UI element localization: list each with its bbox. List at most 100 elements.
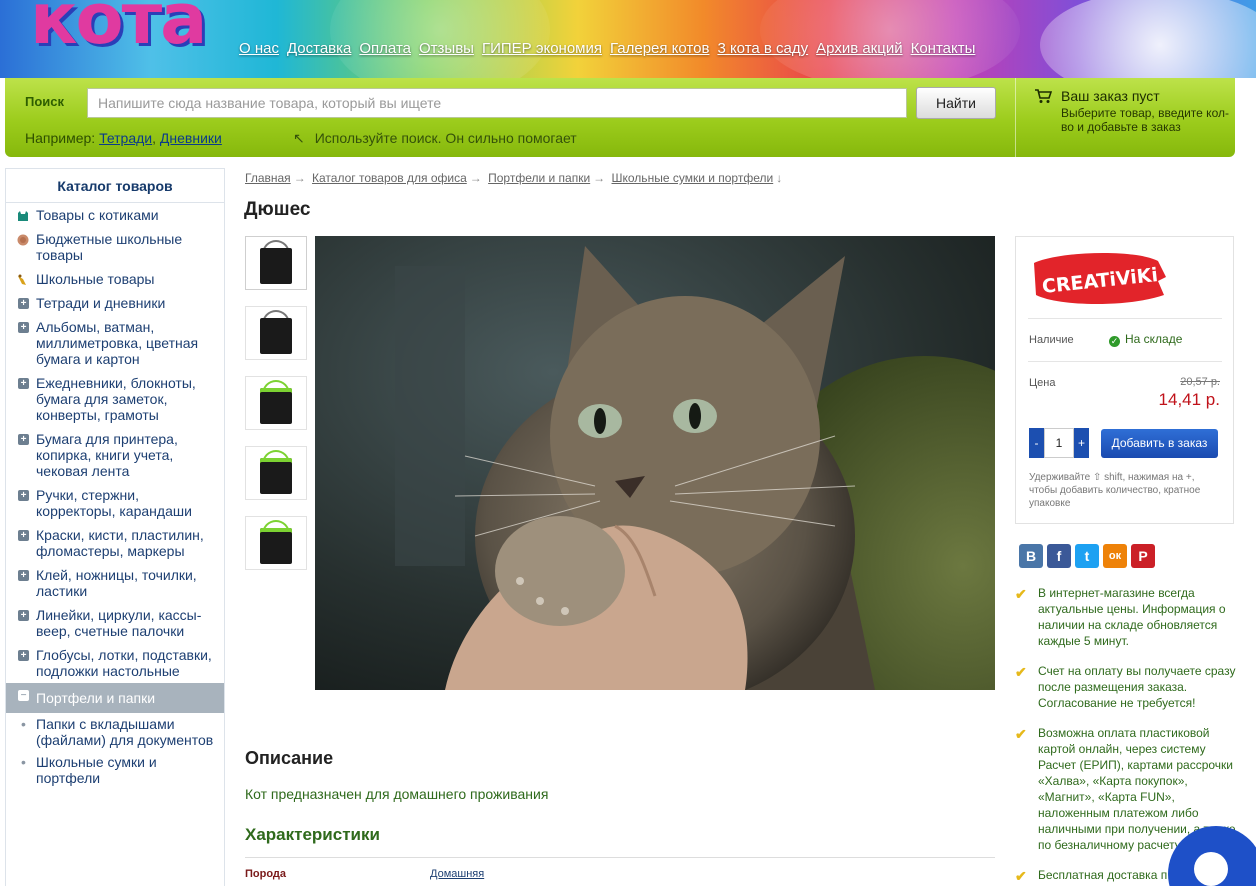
- example-link-diaries[interactable]: Дневники: [160, 130, 222, 146]
- breadcrumb-dropdown-icon[interactable]: ↓: [776, 171, 782, 185]
- sidebar-item-school-goods[interactable]: Школьные товары: [6, 267, 224, 291]
- collapse-icon[interactable]: −: [18, 690, 29, 701]
- example-link-notebooks[interactable]: Тетради: [99, 130, 152, 146]
- sidebar-subitem-school-bags[interactable]: Школьные сумки и портфели: [6, 751, 224, 789]
- product-main-image[interactable]: [315, 236, 995, 690]
- quantity-decrease-button[interactable]: -: [1029, 428, 1044, 458]
- breadcrumb-link-school-bags[interactable]: Школьные сумки и портфели: [612, 171, 774, 185]
- sidebar-item-label: Альбомы, ватман, миллиметровка, цветная …: [36, 319, 199, 367]
- expand-icon[interactable]: +: [18, 650, 29, 661]
- sidebar-item-globes[interactable]: + Глобусы, лотки, подставки, подложки на…: [6, 643, 224, 683]
- cart-icon: [1034, 88, 1053, 109]
- sidebar-item-pens[interactable]: + Ручки, стержни, корректоры, карандаши: [6, 483, 224, 523]
- breadcrumb-link-home[interactable]: Главная: [245, 171, 291, 185]
- sidebar-item-planners[interactable]: + Ежедневники, блокноты, бумага для заме…: [6, 371, 224, 427]
- bag-image: [256, 310, 296, 356]
- sidebar-item-label: Краски, кисти, пластилин, фломастеры, ма…: [36, 527, 204, 559]
- sidebar-item-label: Бюджетные школьные товары: [36, 231, 183, 263]
- sidebar-item-label: Тетради и дневники: [36, 295, 166, 311]
- breadcrumb-link-briefcases[interactable]: Портфели и папки: [488, 171, 590, 185]
- sidebar-item-cat-goods[interactable]: Товары с котиками: [6, 203, 224, 227]
- add-to-order-button[interactable]: Добавить в заказ: [1101, 429, 1218, 458]
- nav-link-about[interactable]: О нас: [239, 40, 279, 57]
- bag-image: [256, 450, 296, 496]
- odnoklassniki-icon[interactable]: ок: [1103, 544, 1127, 568]
- search-examples: Например: Тетради, Дневники: [25, 130, 222, 146]
- nav-link-payment[interactable]: Оплата: [359, 40, 411, 57]
- expand-icon[interactable]: +: [18, 322, 29, 333]
- sidebar-item-albums[interactable]: + Альбомы, ватман, миллиметровка, цветна…: [6, 315, 224, 371]
- breadcrumb-arrow-icon: →: [293, 171, 306, 185]
- breadcrumb-link-office-catalog[interactable]: Каталог товаров для офиса: [312, 171, 467, 185]
- cart-widget[interactable]: Ваш заказ пуст Выберите товар, введите к…: [1015, 78, 1235, 157]
- expand-icon[interactable]: +: [18, 490, 29, 501]
- nav-link-contacts[interactable]: Контакты: [911, 40, 976, 57]
- expand-icon[interactable]: +: [18, 434, 29, 445]
- availability-value: На складе: [1125, 332, 1183, 346]
- coin-icon: [17, 233, 29, 246]
- quantity-increase-button[interactable]: +: [1074, 428, 1089, 458]
- checkmark-icon: ✔: [1015, 586, 1027, 602]
- checkmark-icon: ✔: [1015, 664, 1027, 680]
- current-price: 14,41 р.: [1158, 390, 1220, 409]
- availability-status: ✓ На складе: [1109, 332, 1182, 347]
- divider: [1028, 361, 1222, 362]
- price-label: Цена: [1029, 377, 1056, 389]
- twitter-icon[interactable]: t: [1075, 544, 1099, 568]
- nav-link-cat-gallery[interactable]: Галерея котов: [610, 40, 709, 57]
- expand-icon[interactable]: +: [18, 530, 29, 541]
- sidebar-title: Каталог товаров: [6, 169, 224, 203]
- divider: [1028, 318, 1222, 319]
- buy-box: CREATiViKi Наличие ✓ На складе Цена 20,57…: [1015, 236, 1234, 524]
- check-circle-icon: ✓: [1109, 336, 1120, 347]
- old-price: 20,57 р.: [1180, 376, 1220, 388]
- sidebar-item-notebooks[interactable]: + Тетради и дневники: [6, 291, 224, 315]
- expand-icon[interactable]: +: [18, 570, 29, 581]
- site-logo[interactable]: кота: [30, 0, 207, 60]
- search-hint-text: Используйте поиск. Он сильно помогает: [314, 130, 577, 146]
- feature-text: Счет на оплату вы получаете сразу после …: [1038, 664, 1236, 710]
- characteristics-heading: Характеристики: [245, 825, 380, 844]
- sidebar-item-paints[interactable]: + Краски, кисти, пластилин, фломастеры, …: [6, 523, 224, 563]
- nav-link-reviews[interactable]: Отзывы: [419, 40, 474, 57]
- nav-link-delivery[interactable]: Доставка: [287, 40, 351, 57]
- examples-prefix: Например:: [25, 130, 96, 146]
- search-input[interactable]: [87, 88, 907, 118]
- curved-arrow-icon: ↖: [293, 130, 305, 146]
- sidebar-item-rulers[interactable]: + Линейки, циркули, кассы-веер, счетные …: [6, 603, 224, 643]
- brand-logo[interactable]: CREATiViKi: [1030, 251, 1170, 312]
- product-thumbnail[interactable]: [245, 236, 307, 290]
- product-thumbnail[interactable]: [245, 516, 307, 570]
- sidebar-item-label: Линейки, циркули, кассы-веер, счетные па…: [36, 607, 202, 639]
- quantity-tip: Удерживайте ⇧ shift, нажимая на +, чтобы…: [1029, 472, 1201, 509]
- product-thumbnail[interactable]: [245, 376, 307, 430]
- sidebar-item-glue[interactable]: + Клей, ножницы, точилки, ластики: [6, 563, 224, 603]
- sidebar-subitem-folders[interactable]: Папки с вкладышами (файлами) для докумен…: [6, 713, 224, 751]
- quantity-stepper: - 1 +: [1029, 428, 1089, 458]
- sidebar-item-printer-paper[interactable]: + Бумага для принтера, копирка, книги уч…: [6, 427, 224, 483]
- sidebar-item-briefcases[interactable]: − Портфели и папки: [6, 683, 224, 713]
- catalog-sidebar: Каталог товаров Товары с котиками Бюджет…: [5, 168, 225, 886]
- cart-subtitle: Выберите товар, введите кол-во и добавьт…: [1061, 106, 1229, 134]
- search-bar: Поиск Найти Например: Тетради, Дневники …: [5, 78, 1235, 157]
- product-thumbnail[interactable]: [245, 306, 307, 360]
- expand-icon[interactable]: +: [18, 298, 29, 309]
- sidebar-item-label: Глобусы, лотки, подставки, подложки наст…: [36, 647, 212, 679]
- pinterest-icon[interactable]: P: [1131, 544, 1155, 568]
- bag-image: [256, 380, 296, 426]
- characteristic-value-link[interactable]: Домашняя: [430, 868, 484, 880]
- quantity-input[interactable]: 1: [1044, 428, 1074, 458]
- expand-icon[interactable]: +: [18, 378, 29, 389]
- sidebar-item-label: Бумага для принтера, копирка, книги учет…: [36, 431, 178, 479]
- nav-link-archive[interactable]: Архив акций: [816, 40, 902, 57]
- expand-icon[interactable]: +: [18, 610, 29, 621]
- sidebar-item-budget-school[interactable]: Бюджетные школьные товары: [6, 227, 224, 267]
- nav-link-hyper-economy[interactable]: ГИПЕР экономия: [482, 40, 602, 57]
- search-button[interactable]: Найти: [916, 87, 996, 119]
- facebook-icon[interactable]: f: [1047, 544, 1071, 568]
- vk-icon[interactable]: В: [1019, 544, 1043, 568]
- breadcrumb-arrow-icon: →: [593, 171, 606, 185]
- nav-link-3-cats[interactable]: 3 кота в саду: [717, 40, 808, 57]
- product-thumbnail[interactable]: [245, 446, 307, 500]
- feature-text: Бесплатная доставка п: [1038, 868, 1168, 882]
